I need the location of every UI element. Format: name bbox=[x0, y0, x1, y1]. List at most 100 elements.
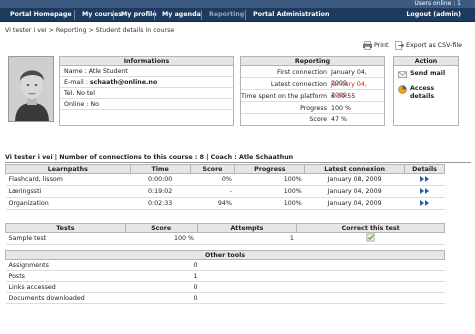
col-score: Score bbox=[189, 164, 236, 174]
reporting-value: 6:09:55 bbox=[331, 93, 356, 100]
reporting-row: Latest connection January 04, 2009 bbox=[241, 79, 384, 99]
table-row: Assignments 0 bbox=[5, 259, 445, 271]
learnpaths-header-row: Learnpaths Time Score Progress Latest co… bbox=[5, 164, 445, 174]
nav-reporting[interactable]: Reporting bbox=[203, 8, 250, 22]
col-tests: Tests bbox=[5, 223, 126, 233]
tool-label: Posts bbox=[5, 270, 191, 282]
learnpath-latest: January 08, 2009 bbox=[304, 173, 405, 186]
info-email-value[interactable]: schaath@online.no bbox=[90, 79, 157, 86]
learnpath-name: Læringssti bbox=[5, 185, 131, 198]
test-name: Sample test bbox=[5, 232, 126, 245]
table-row: Flashcard, lissom 0:00:00 0% 100% Januar… bbox=[5, 173, 445, 186]
reporting-panel: Reporting First connection January 04, 2… bbox=[240, 56, 385, 126]
tool-value: 0 bbox=[190, 281, 445, 293]
info-email-label: E-mail : bbox=[64, 79, 90, 86]
access-details-link[interactable]: Access details bbox=[398, 85, 458, 103]
table-row: Organization 0:02:33 94% 100% January 04… bbox=[5, 197, 445, 210]
mail-icon bbox=[398, 71, 407, 78]
details-arrow-icon[interactable] bbox=[419, 187, 431, 195]
test-attempts: 1 bbox=[197, 232, 297, 245]
info-tel: Tel. No tel bbox=[60, 88, 233, 99]
tool-label: Documents downloaded bbox=[5, 292, 191, 304]
col-learnpaths: Learnpaths bbox=[5, 164, 131, 174]
top-strip: Users online : 1 bbox=[0, 0, 475, 8]
main-nav: Portal Homepage My courses My profile My… bbox=[0, 8, 475, 22]
breadcrumb: Vi tester i vei > Reporting > Student de… bbox=[5, 27, 175, 34]
reporting-label: Latest connection bbox=[270, 81, 327, 88]
tests-header-row: Tests Score Attempts Correct this test bbox=[5, 223, 445, 233]
send-mail-label: Send mail bbox=[410, 70, 446, 77]
col-time: Time bbox=[129, 164, 191, 174]
tool-value: 0 bbox=[190, 259, 445, 271]
page-actions: Print Export as CSV-file bbox=[363, 40, 463, 52]
nav-portal-homepage[interactable]: Portal Homepage bbox=[4, 8, 78, 22]
print-label: Print bbox=[374, 42, 389, 49]
nav-portal-administration[interactable]: Portal Administration bbox=[247, 8, 336, 22]
info-online: Online : No bbox=[60, 99, 233, 110]
send-mail-link[interactable]: Send mail bbox=[398, 70, 458, 79]
details-arrow-icon[interactable] bbox=[419, 175, 431, 183]
details-arrow-icon[interactable] bbox=[419, 199, 431, 207]
table-row: Sample test 100 % 1 bbox=[5, 232, 445, 245]
export-csv-link[interactable]: Export as CSV-file bbox=[395, 40, 462, 52]
tool-label: Assignments bbox=[5, 259, 191, 271]
details-cell bbox=[404, 197, 445, 210]
learnpath-progress: 100% bbox=[234, 185, 305, 198]
other-tools-table: Other tools Assignments 0 Posts 1 Links … bbox=[5, 250, 445, 304]
print-link[interactable]: Print bbox=[363, 40, 389, 52]
learnpath-time: 0:02:33 bbox=[130, 197, 191, 210]
learnpath-score: 94% bbox=[190, 197, 235, 210]
learnpaths-table: Learnpaths Time Score Progress Latest co… bbox=[5, 164, 445, 210]
reporting-row: Progress 100 % bbox=[241, 103, 384, 114]
action-panel: Action Send mail Access details bbox=[393, 56, 459, 126]
nav-separator bbox=[74, 10, 75, 20]
reporting-label: Score bbox=[309, 116, 327, 123]
correct-test-icon[interactable] bbox=[366, 233, 375, 242]
nav-separator bbox=[245, 10, 246, 20]
action-heading: Action bbox=[394, 57, 458, 66]
reporting-label: Time spent on the platform bbox=[241, 93, 327, 100]
nav-my-agenda[interactable]: My agenda bbox=[156, 8, 207, 22]
other-tools-header-row: Other tools bbox=[5, 250, 445, 260]
divider bbox=[5, 162, 471, 163]
col-progress: Progress bbox=[234, 164, 306, 174]
export-label: Export as CSV-file bbox=[406, 42, 462, 49]
col-attempts: Attempts bbox=[196, 223, 298, 233]
learnpath-score: - bbox=[190, 185, 235, 198]
info-name: Name : Atle Student bbox=[60, 66, 233, 77]
reporting-heading: Reporting bbox=[241, 57, 384, 66]
table-row: Documents downloaded 0 bbox=[5, 292, 445, 304]
details-cell bbox=[404, 173, 445, 186]
learnpath-progress: 100% bbox=[234, 197, 305, 210]
col-correct-test: Correct this test bbox=[296, 223, 445, 233]
tool-value: 1 bbox=[190, 270, 445, 282]
learnpath-progress: 100% bbox=[234, 173, 305, 186]
tool-label: Links accessed bbox=[5, 281, 191, 293]
learnpath-time: 0:00:00 bbox=[130, 173, 191, 186]
learnpath-latest: January 04, 2009 bbox=[304, 185, 405, 198]
col-latest-connexion: Latest connexion bbox=[304, 164, 405, 174]
learnpath-time: 0:19:02 bbox=[130, 185, 191, 198]
export-icon bbox=[395, 40, 404, 50]
reporting-row: Score 47 % bbox=[241, 114, 384, 125]
reporting-label: Progress bbox=[300, 105, 327, 112]
col-test-score: Score bbox=[124, 223, 198, 233]
learnpath-score: 0% bbox=[190, 173, 235, 186]
info-email-row: E-mail : schaath@online.no bbox=[60, 77, 233, 88]
table-row: Posts 1 bbox=[5, 270, 445, 282]
correct-test-cell bbox=[296, 232, 445, 245]
reporting-value: 100 % bbox=[331, 105, 352, 112]
logout-link[interactable]: Logout (admin) bbox=[400, 8, 467, 22]
test-score: 100 % bbox=[125, 232, 198, 245]
student-photo bbox=[8, 56, 54, 122]
course-summary: Vi tester i vei | Number of connections … bbox=[5, 154, 294, 161]
table-row: Læringssti 0:19:02 - 100% January 04, 20… bbox=[5, 185, 445, 198]
reporting-label: First connection bbox=[277, 69, 327, 76]
nav-separator bbox=[201, 10, 202, 20]
details-cell bbox=[404, 185, 445, 198]
reporting-row: First connection January 04, 2009 bbox=[241, 67, 384, 87]
informations-heading: Informations bbox=[60, 57, 233, 66]
printer-icon bbox=[363, 40, 372, 50]
table-row: Links accessed 0 bbox=[5, 281, 445, 293]
access-details-icon bbox=[398, 85, 407, 94]
